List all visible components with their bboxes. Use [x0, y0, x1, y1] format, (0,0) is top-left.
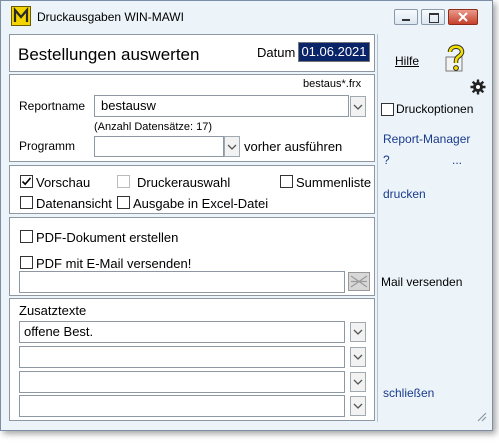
extra-text-field-3[interactable]: [19, 371, 345, 393]
report-name-label: Reportname: [19, 99, 86, 113]
print-options-label: Druckoptionen: [396, 102, 474, 116]
extra-text-field-2[interactable]: [19, 346, 345, 368]
ellipsis-link[interactable]: ...: [452, 153, 462, 167]
program-field[interactable]: [94, 136, 224, 157]
pdf-panel: PDF-Dokument erstellen PDF mit E-Mail ve…: [9, 217, 375, 296]
page-title: Bestellungen auswerten: [18, 45, 200, 64]
options-panel: Vorschau Druckerauswahl Summenliste Date…: [9, 165, 375, 214]
dialog-window: Druckausgaben WIN-MAWI Bestellungen ausw…: [0, 0, 493, 431]
extra-text-field-1[interactable]: offene Best.: [19, 321, 345, 343]
extra-text-dropdown-1[interactable]: [350, 322, 366, 342]
chevron-down-icon: [353, 403, 363, 409]
sum-list-label: Summenliste: [296, 175, 372, 190]
date-field[interactable]: 01.06.2021: [298, 42, 370, 62]
minimize-button[interactable]: [394, 9, 418, 25]
excel-output-label: Ausgabe in Excel-Datei: [133, 196, 269, 211]
help-icon[interactable]: [444, 43, 468, 73]
chevron-down-icon: [227, 144, 237, 150]
close-button[interactable]: [448, 9, 478, 25]
extra-texts-label: Zusatztexte: [19, 303, 87, 318]
report-panel: bestaus*.frx Reportname bestausw (Anzahl…: [9, 74, 375, 162]
report-file-hint: bestaus*.frx: [303, 78, 362, 90]
sidebar: Hilfe Druckoptionen Report-Manager ? ...…: [377, 34, 489, 424]
pdf-create-checkbox[interactable]: [20, 230, 33, 243]
extra-text-dropdown-3[interactable]: [350, 372, 366, 392]
preview-checkbox[interactable]: [20, 175, 33, 188]
data-view-label: Datenansicht: [36, 196, 112, 211]
sum-list-checkbox[interactable]: [280, 175, 293, 188]
title-bar: Druckausgaben WIN-MAWI: [1, 1, 492, 31]
pdf-create-label: PDF-Dokument erstellen: [36, 230, 179, 245]
chevron-down-icon: [353, 379, 363, 385]
excel-output-checkbox[interactable]: [117, 196, 130, 209]
program-dropdown-button[interactable]: [224, 136, 240, 157]
question-link[interactable]: ?: [383, 153, 390, 167]
window-title: Druckausgaben WIN-MAWI: [37, 10, 184, 24]
mail-send-button[interactable]: Mail versenden: [381, 275, 462, 289]
pdf-email-label: PDF mit E-Mail versenden!: [36, 256, 192, 271]
address-book-icon: [350, 275, 368, 288]
email-address-field[interactable]: [19, 271, 345, 293]
close-dialog-button[interactable]: schließen: [383, 386, 434, 400]
checkmark-icon: [21, 177, 32, 186]
printer-select-checkbox[interactable]: [117, 175, 130, 188]
maximize-button[interactable]: [421, 9, 445, 25]
app-logo-icon: [11, 6, 31, 26]
gear-icon[interactable]: [470, 79, 486, 95]
printer-select-label: Druckerauswahl: [137, 175, 231, 190]
print-options-checkbox[interactable]: [381, 103, 394, 116]
report-name-field[interactable]: bestausw: [94, 95, 349, 117]
preview-label: Vorschau: [36, 175, 91, 190]
record-count-text: (Anzahl Datensätze: 17): [94, 121, 213, 133]
chevron-down-icon: [353, 329, 363, 335]
chevron-down-icon: [353, 354, 363, 360]
header-panel: Bestellungen auswerten Datum 01.06.2021: [9, 34, 375, 72]
print-button[interactable]: drucken: [383, 187, 426, 201]
program-suffix-label: vorher ausführen: [244, 139, 343, 154]
extra-text-field-4[interactable]: [19, 395, 345, 417]
extra-texts-panel: Zusatztexte offene Best.: [9, 298, 375, 421]
program-label: Programm: [19, 139, 76, 153]
address-book-button[interactable]: [348, 272, 370, 291]
report-name-dropdown-button[interactable]: [350, 96, 366, 117]
extra-text-dropdown-2[interactable]: [350, 347, 366, 367]
extra-text-dropdown-4[interactable]: [350, 396, 366, 416]
help-button[interactable]: Hilfe: [395, 54, 419, 68]
date-label: Datum: [257, 45, 296, 60]
report-manager-link[interactable]: Report-Manager: [383, 132, 470, 146]
data-view-checkbox[interactable]: [20, 196, 33, 209]
chevron-down-icon: [353, 104, 363, 110]
pdf-email-checkbox[interactable]: [20, 256, 33, 269]
sidebar-divider: [377, 34, 378, 422]
resize-grip-icon[interactable]: [475, 410, 487, 422]
